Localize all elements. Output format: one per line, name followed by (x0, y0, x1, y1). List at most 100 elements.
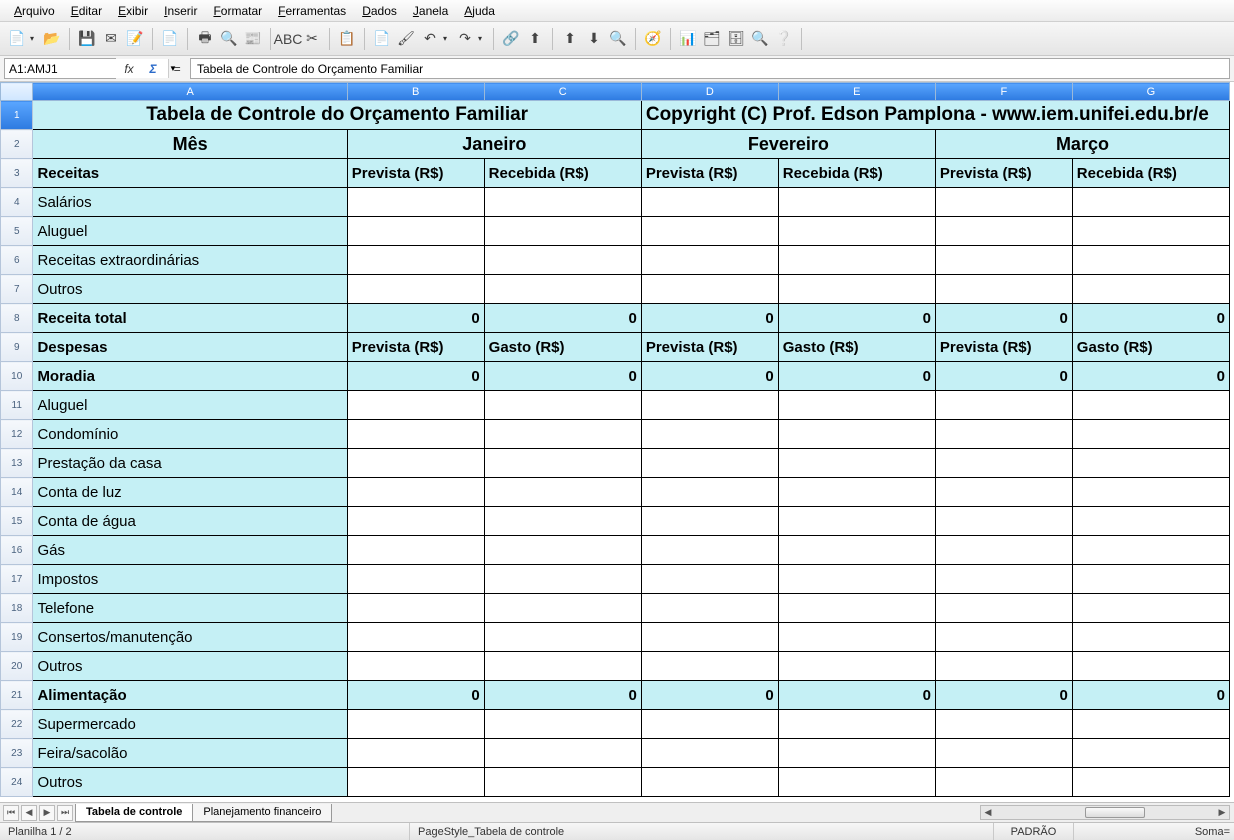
cell-r3-c3[interactable]: Prevista (R$) (641, 159, 778, 188)
cell-r4-c1[interactable] (347, 188, 484, 217)
cell-r20-c6[interactable] (1072, 652, 1229, 681)
cell-r3-c5[interactable]: Prevista (R$) (935, 159, 1072, 188)
cell-r11-c4[interactable] (778, 391, 935, 420)
scroll-left-icon[interactable]: ◀ (981, 806, 995, 819)
cell-r19-c6[interactable] (1072, 623, 1229, 652)
cell-r21-c1[interactable]: 0 (347, 681, 484, 710)
tab-first-icon[interactable]: ⏮ (3, 805, 19, 821)
toolbar-btn-19[interactable]: ⬇ (583, 28, 605, 50)
cell-r9-c0[interactable]: Despesas (33, 333, 347, 362)
cell-r15-c4[interactable] (778, 507, 935, 536)
cell-r21-c6[interactable]: 0 (1072, 681, 1229, 710)
col-header-F[interactable]: F (935, 83, 1072, 101)
menu-inserir[interactable]: Inserir (156, 2, 205, 20)
cell-r15-c3[interactable] (641, 507, 778, 536)
toolbar-btn-10[interactable]: ✂ (301, 28, 323, 50)
cell-r7-c4[interactable] (778, 275, 935, 304)
cell-r14-c1[interactable] (347, 478, 484, 507)
row-header-10[interactable]: 10 (1, 362, 33, 391)
cell-r8-c5[interactable]: 0 (935, 304, 1072, 333)
cell-r6-c1[interactable] (347, 246, 484, 275)
cell-r22-c5[interactable] (935, 710, 1072, 739)
cell-r24-c2[interactable] (484, 768, 641, 797)
cell-r7-c0[interactable]: Outros (33, 275, 347, 304)
row-header-1[interactable]: 1 (1, 101, 33, 130)
cell-r10-c3[interactable]: 0 (641, 362, 778, 391)
cell-r24-c4[interactable] (778, 768, 935, 797)
sum-icon[interactable]: Σ (142, 59, 164, 79)
toolbar-btn-23[interactable]: 🗂 (701, 28, 723, 50)
toolbar-btn-20[interactable]: 🔍 (607, 28, 629, 50)
row-header-3[interactable]: 3 (1, 159, 33, 188)
toolbar-btn-17[interactable]: ⬆ (524, 28, 546, 50)
cell-r18-c0[interactable]: Telefone (33, 594, 347, 623)
cell-r19-c1[interactable] (347, 623, 484, 652)
cell-r10-c0[interactable]: Moradia (33, 362, 347, 391)
cell-r23-c2[interactable] (484, 739, 641, 768)
cell-r12-c3[interactable] (641, 420, 778, 449)
cell-r4-c4[interactable] (778, 188, 935, 217)
cell-r2-c3[interactable]: Março (935, 130, 1229, 159)
cell-r9-c3[interactable]: Prevista (R$) (641, 333, 778, 362)
row-header-24[interactable]: 24 (1, 768, 33, 797)
cell-r5-c4[interactable] (778, 217, 935, 246)
tab-prev-icon[interactable]: ◀ (21, 805, 37, 821)
cell-r24-c1[interactable] (347, 768, 484, 797)
toolbar-btn-7[interactable]: 🔍 (218, 28, 240, 50)
cell-r12-c4[interactable] (778, 420, 935, 449)
toolbar-btn-3[interactable]: ✉ (100, 28, 122, 50)
cell-r12-c6[interactable] (1072, 420, 1229, 449)
cell-r3-c1[interactable]: Prevista (R$) (347, 159, 484, 188)
cell-r15-c0[interactable]: Conta de água (33, 507, 347, 536)
cell-r8-c4[interactable]: 0 (778, 304, 935, 333)
row-header-13[interactable]: 13 (1, 449, 33, 478)
cell-r15-c1[interactable] (347, 507, 484, 536)
row-header-17[interactable]: 17 (1, 565, 33, 594)
cell-r17-c4[interactable] (778, 565, 935, 594)
cell-r11-c5[interactable] (935, 391, 1072, 420)
cell-r23-c0[interactable]: Feira/sacolão (33, 739, 347, 768)
cell-r8-c3[interactable]: 0 (641, 304, 778, 333)
row-header-19[interactable]: 19 (1, 623, 33, 652)
toolbar-btn-18[interactable]: ⬆ (559, 28, 581, 50)
toolbar-btn-4[interactable]: 📝 (124, 28, 146, 50)
cell-r10-c4[interactable]: 0 (778, 362, 935, 391)
cell-r14-c0[interactable]: Conta de luz (33, 478, 347, 507)
cell-r4-c3[interactable] (641, 188, 778, 217)
tab-last-icon[interactable]: ⏭ (57, 805, 73, 821)
cell-r20-c2[interactable] (484, 652, 641, 681)
toolbar-btn-6[interactable]: 🖶 (194, 28, 216, 50)
menu-arquivo[interactable]: Arquivo (6, 2, 63, 20)
toolbar-btn-5[interactable]: 📄 (159, 28, 181, 50)
toolbar-btn-12[interactable]: 📄 (371, 28, 393, 50)
row-header-20[interactable]: 20 (1, 652, 33, 681)
cell-r21-c3[interactable]: 0 (641, 681, 778, 710)
col-header-A[interactable]: A (33, 83, 347, 101)
row-header-23[interactable]: 23 (1, 739, 33, 768)
menu-exibir[interactable]: Exibir (110, 2, 156, 20)
cell-r4-c5[interactable] (935, 188, 1072, 217)
cell-r17-c5[interactable] (935, 565, 1072, 594)
cell-r14-c6[interactable] (1072, 478, 1229, 507)
cell-r16-c4[interactable] (778, 536, 935, 565)
name-box[interactable]: ▼ (4, 58, 116, 79)
row-header-2[interactable]: 2 (1, 130, 33, 159)
cell-r3-c6[interactable]: Recebida (R$) (1072, 159, 1229, 188)
col-header-G[interactable]: G (1072, 83, 1229, 101)
cell-r18-c6[interactable] (1072, 594, 1229, 623)
cell-r14-c3[interactable] (641, 478, 778, 507)
cell-r7-c1[interactable] (347, 275, 484, 304)
cell-r6-c3[interactable] (641, 246, 778, 275)
toolbar-btn-9[interactable]: ABC (277, 28, 299, 50)
cell-r21-c2[interactable]: 0 (484, 681, 641, 710)
cell-r2-c0[interactable]: Mês (33, 130, 347, 159)
col-header-C[interactable]: C (484, 83, 641, 101)
cell-r12-c1[interactable] (347, 420, 484, 449)
cell-r19-c0[interactable]: Consertos/manutenção (33, 623, 347, 652)
cell-r1-c1[interactable]: Copyright (C) Prof. Edson Pamplona - www… (641, 101, 1229, 130)
cell-r7-c3[interactable] (641, 275, 778, 304)
cell-r6-c5[interactable] (935, 246, 1072, 275)
cell-r9-c2[interactable]: Gasto (R$) (484, 333, 641, 362)
cell-r11-c1[interactable] (347, 391, 484, 420)
cell-r10-c6[interactable]: 0 (1072, 362, 1229, 391)
